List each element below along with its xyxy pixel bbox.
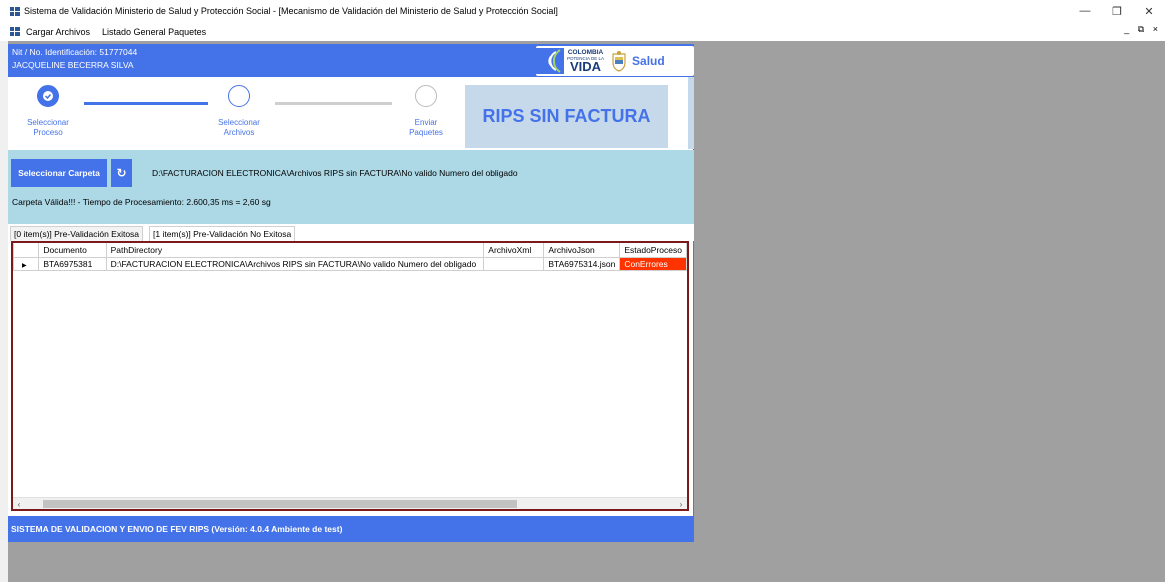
logo-salud-text: Salud (632, 54, 665, 68)
results-table: Documento PathDirectory ArchivoXml Archi… (13, 243, 687, 271)
cell-documento[interactable]: BTA6975381 (38, 256, 107, 271)
version-footer: SISTEMA DE VALIDACION Y ENVIO DE FEV RIP… (8, 516, 694, 542)
step-1-label-line1: Seleccionar (27, 118, 69, 127)
horizontal-scrollbar[interactable]: ‹ › (13, 497, 687, 509)
user-id-line: Nit / No. Identificación: 51777044 (12, 47, 138, 57)
step-1-label: Seleccionar Proceso (18, 118, 78, 138)
step-2-circle-icon (228, 85, 250, 107)
cell-archivoxml[interactable] (483, 256, 545, 271)
coat-of-arms-icon (612, 51, 626, 72)
select-folder-button[interactable]: Seleccionar Carpeta (11, 159, 107, 187)
scrollbar-thumb[interactable] (43, 500, 517, 508)
logo-waves-icon (536, 48, 564, 74)
column-header-archivojson[interactable]: ArchivoJson (543, 243, 621, 258)
selected-folder-path: D:\FACTURACION ELECTRONICA\Archivos RIPS… (152, 168, 518, 178)
window-controls: — ❐ ✕ (1069, 0, 1165, 22)
table-header-row: Documento PathDirectory ArchivoXml Archi… (13, 243, 687, 258)
mdi-child-controls[interactable]: _ ⧉ × (1124, 24, 1161, 35)
column-header-estadoproceso[interactable]: EstadoProceso (619, 243, 687, 258)
mdi-child-icon[interactable] (10, 27, 20, 36)
results-grid: Documento PathDirectory ArchivoXml Archi… (11, 241, 689, 511)
user-name: JACQUELINE BECERRA SILVA (12, 60, 134, 70)
row-header-corner (13, 243, 40, 258)
menu-cargar-archivos[interactable]: Cargar Archivos (26, 27, 90, 37)
app-icon (10, 6, 20, 16)
tab-pre-validacion-no-exitosa[interactable]: [1 item(s)] Pre-Validación No Exitosa (149, 226, 296, 241)
row-selector[interactable]: ▶ (13, 256, 40, 271)
table-row[interactable]: ▶ BTA6975381 D:\FACTURACION ELECTRONICA\… (13, 256, 687, 271)
close-button[interactable]: ✕ (1133, 0, 1165, 22)
step-2-label: Seleccionar Archivos (209, 118, 269, 138)
column-header-archivoxml[interactable]: ArchivoXml (483, 243, 545, 258)
minimize-button[interactable]: — (1069, 0, 1101, 22)
step-2-label-line1: Seleccionar (218, 118, 260, 127)
column-header-pathdirectory[interactable]: PathDirectory (105, 243, 485, 258)
step-1-check-icon (37, 85, 59, 107)
row-pointer-icon: ▶ (22, 262, 27, 269)
restore-button[interactable]: ❐ (1101, 0, 1133, 22)
process-stepper: Seleccionar Proceso Seleccionar Archivos… (8, 77, 694, 149)
step-connector-2 (275, 102, 392, 105)
step-3-label-line1: Enviar (414, 118, 438, 127)
folder-toolbar: Seleccionar Carpeta ↻ D:\FACTURACION ELE… (8, 150, 694, 224)
processing-status: Carpeta Válida!!! - Tiempo de Procesamie… (12, 197, 271, 207)
scroll-left-icon[interactable]: ‹ (14, 498, 24, 509)
user-header: Nit / No. Identificación: 51777044 JACQU… (8, 44, 694, 77)
mdi-client-area: Nit / No. Identificación: 51777044 JACQU… (0, 41, 1165, 582)
step-3-label: Enviar Paquetes (396, 118, 456, 138)
window-titlebar: Sistema de Validación Ministerio de Salu… (0, 0, 1165, 22)
validation-form: Nit / No. Identificación: 51777044 JACQU… (8, 44, 694, 542)
rips-sin-factura-banner: RIPS SIN FACTURA (465, 85, 668, 148)
tab-pre-validacion-exitosa[interactable]: [0 item(s)] Pre-Validación Exitosa (10, 226, 144, 241)
logo-vida-text: VIDA (569, 59, 602, 74)
step-connector-1 (84, 102, 208, 105)
menu-bar: Cargar Archivos Listado General Paquetes… (0, 22, 1165, 41)
step-1-label-line2: Proceso (33, 128, 63, 137)
column-header-documento[interactable]: Documento (38, 243, 107, 258)
mdi-left-strip (0, 41, 8, 582)
menu-listado-general-paquetes[interactable]: Listado General Paquetes (102, 27, 206, 37)
window-title: Sistema de Validación Ministerio de Salu… (24, 6, 558, 16)
step-3-label-line2: Paquetes (409, 128, 443, 137)
step-2-label-line2: Archivos (223, 128, 255, 137)
step-3-circle-icon (415, 85, 437, 107)
logo-colombia-text: COLOMBIA (567, 49, 604, 56)
stepper-right-bar (688, 77, 694, 149)
result-tabs: [0 item(s)] Pre-Validación Exitosa [1 it… (8, 224, 694, 241)
ministry-logo: COLOMBIA POTENCIA DE LA VIDA Salud (536, 46, 694, 76)
scroll-right-icon[interactable]: › (676, 498, 686, 509)
cell-pathdirectory[interactable]: D:\FACTURACION ELECTRONICA\Archivos RIPS… (105, 256, 485, 271)
cell-estadoproceso[interactable]: ConErrores (619, 256, 687, 271)
refresh-icon[interactable]: ↻ (111, 159, 132, 187)
cell-archivojson[interactable]: BTA6975314.json (543, 256, 621, 271)
